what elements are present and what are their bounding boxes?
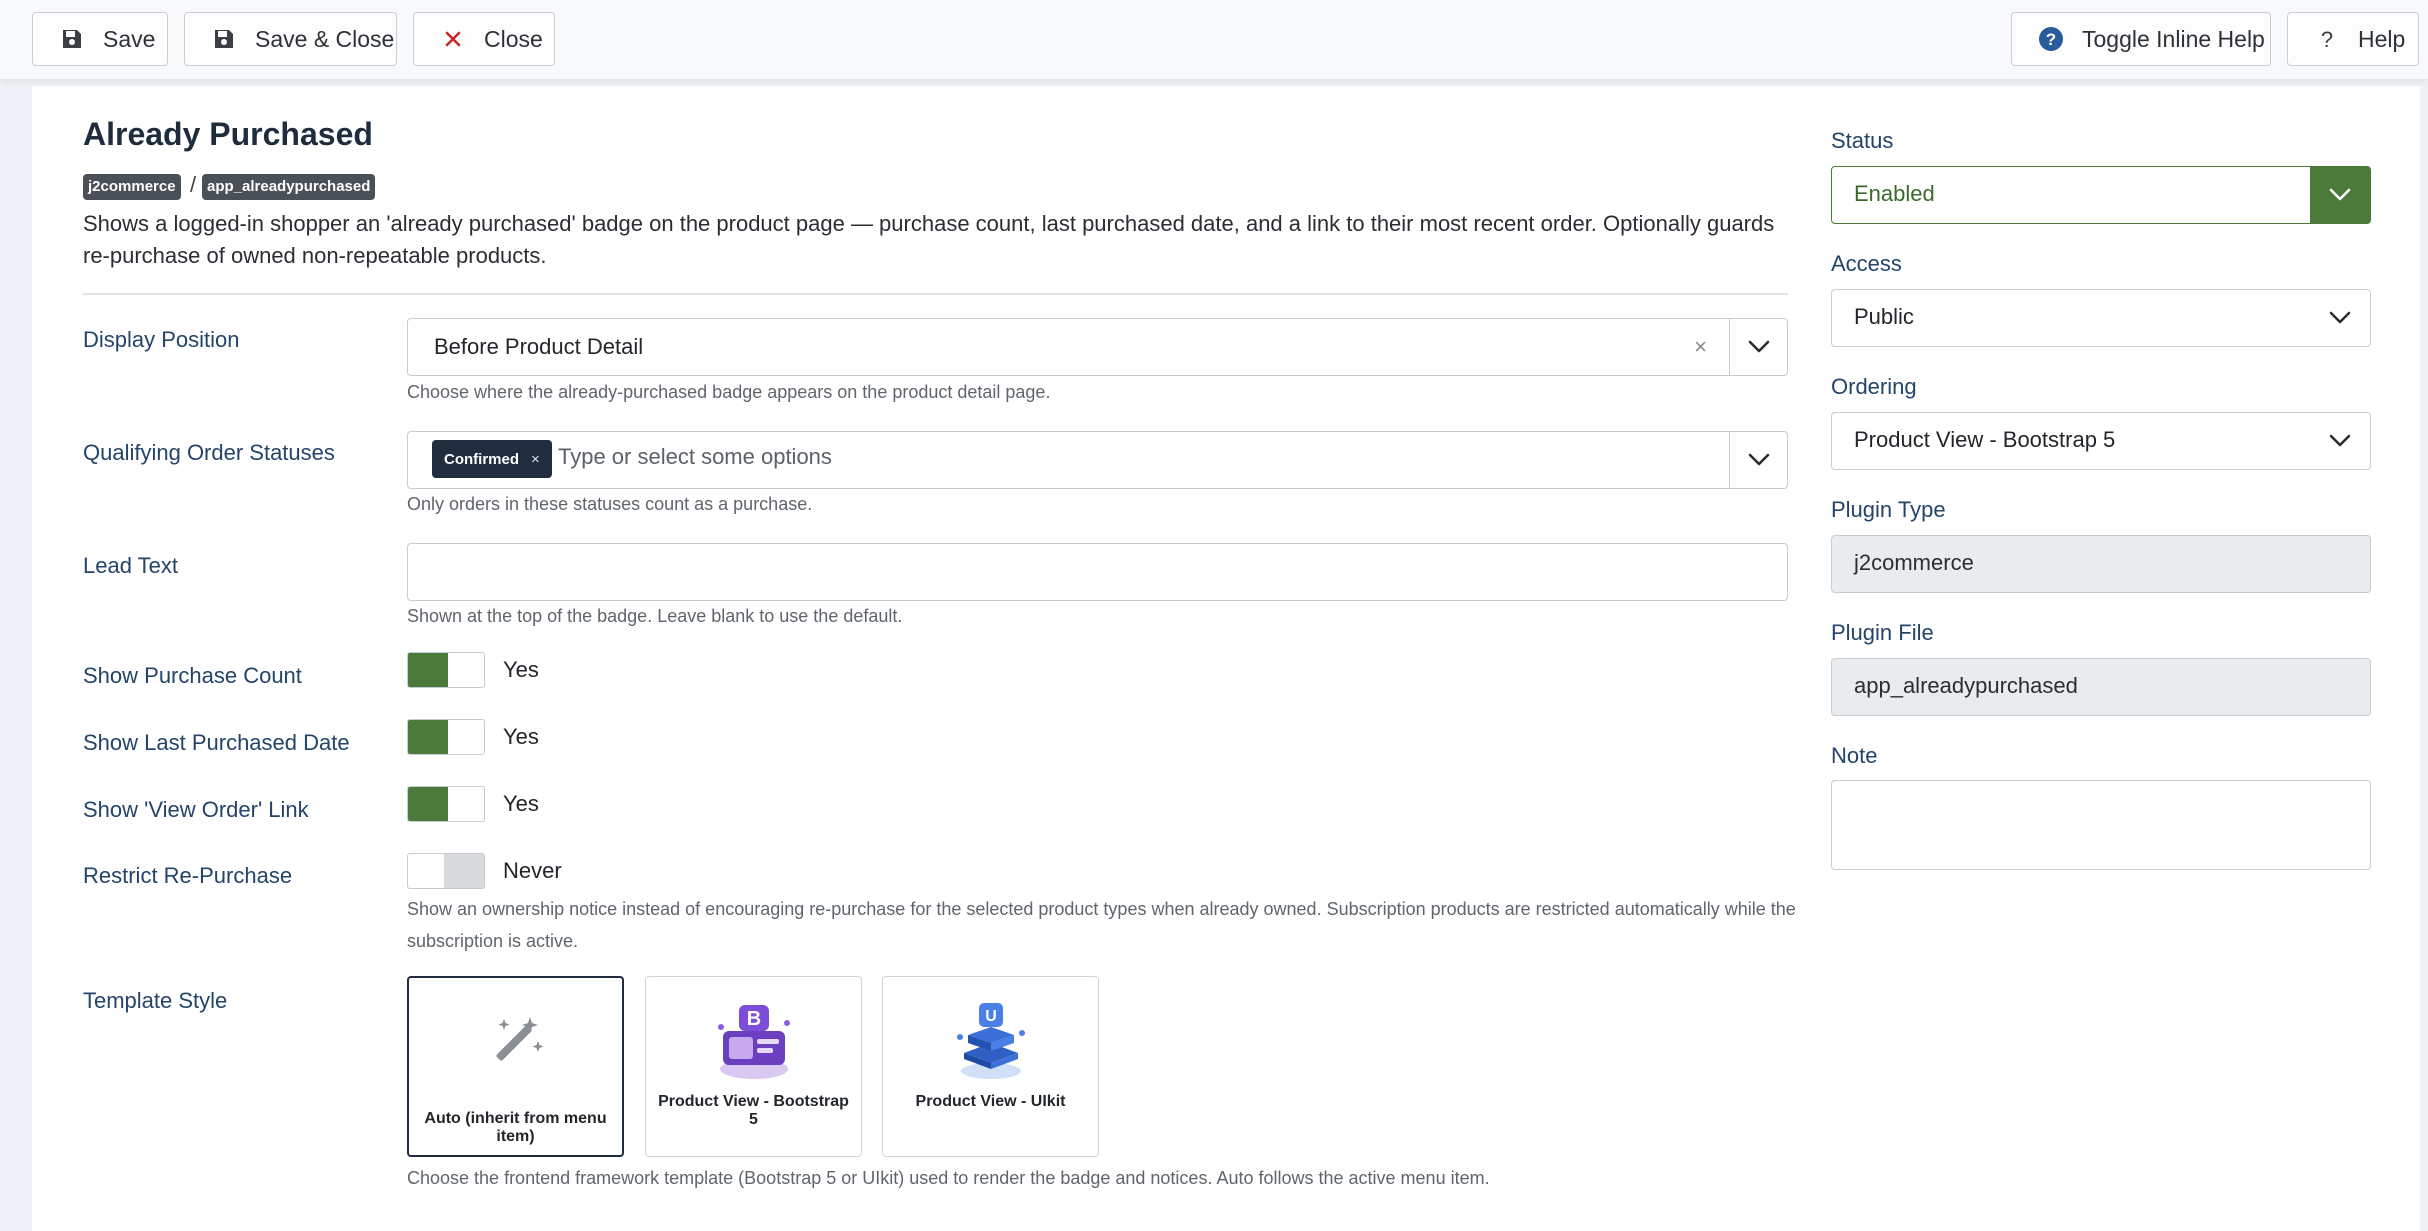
plugin-file-field: app_alreadypurchased — [1831, 658, 2371, 716]
template-style-label: Template Style — [83, 988, 228, 1013]
close-button[interactable]: Close — [413, 12, 555, 66]
save-button[interactable]: Save — [32, 12, 168, 66]
template-style-help: Choose the frontend framework template (… — [407, 1168, 1490, 1188]
access-label: Access — [1831, 251, 1902, 276]
plugin-file-label: Plugin File — [1831, 620, 1934, 645]
badge-separator: / — [190, 172, 197, 197]
chevron-down-icon[interactable] — [1729, 319, 1787, 375]
display-position-label: Display Position — [83, 327, 240, 352]
template-option-auto[interactable]: Auto (inherit from menu item) — [407, 976, 624, 1157]
content-panel: Already Purchased j2commerce / app_alrea… — [32, 86, 2420, 1231]
toggle-off-indicator — [444, 854, 484, 888]
restrict-repurchase-label: Restrict Re-Purchase — [83, 863, 293, 888]
display-position-select[interactable]: Before Product Detail × — [407, 318, 1788, 376]
show-view-order-label: Show 'View Order' Link — [83, 797, 309, 822]
plugin-type-label: Plugin Type — [1831, 497, 1946, 522]
ordering-select[interactable]: Product View - Bootstrap 5 — [1831, 412, 2371, 470]
restrict-repurchase-toggle[interactable] — [407, 853, 485, 889]
clear-selection-button[interactable]: × — [1694, 334, 1707, 360]
show-last-purchased-state: Yes — [503, 724, 539, 749]
show-purchase-count-state: Yes — [503, 657, 539, 682]
template-option-uikit[interactable]: U Product View - UIkit — [882, 976, 1099, 1157]
chevron-down-icon[interactable] — [1729, 432, 1787, 488]
chevron-down-icon[interactable] — [2310, 167, 2370, 223]
close-label: Close — [484, 25, 543, 52]
group-badge: j2commerce — [83, 174, 181, 200]
display-position-help: Choose where the already-purchased badge… — [407, 382, 1051, 402]
plugin-type-field: j2commerce — [1831, 535, 2371, 593]
save-label: Save — [103, 25, 156, 52]
svg-text:U: U — [985, 1008, 997, 1025]
help-button[interactable]: ? Help — [2287, 12, 2419, 66]
access-select[interactable]: Public — [1831, 289, 2371, 347]
svg-text:B: B — [746, 1008, 760, 1030]
template-option-bootstrap5[interactable]: B Product View - Bootstrap 5 — [645, 976, 862, 1157]
show-last-purchased-toggle[interactable] — [407, 719, 485, 755]
show-purchase-count-toggle[interactable] — [407, 652, 485, 688]
status-chip-label: Confirmed — [444, 450, 519, 468]
chip-remove-button[interactable]: × — [531, 451, 540, 468]
toggle-on-indicator — [408, 720, 448, 754]
element-badge: app_alreadypurchased — [202, 174, 376, 200]
template-option-label: Product View - UIkit — [915, 1093, 1066, 1110]
toggle-inline-help-label: Toggle Inline Help — [2082, 25, 2265, 52]
page-title: Already Purchased — [83, 116, 373, 152]
save-close-button[interactable]: Save & Close — [184, 12, 397, 66]
magic-wand-icon — [409, 988, 622, 1098]
plugin-type-value: j2commerce — [1854, 550, 1974, 575]
toggle-on-indicator — [408, 787, 448, 821]
toolbar: Save Save & Close Close ? Toggle Inline … — [0, 0, 2428, 80]
help-label: Help — [2358, 25, 2406, 52]
status-label: Status — [1831, 128, 1894, 153]
note-label: Note — [1831, 743, 1878, 768]
restrict-repurchase-state: Never — [503, 858, 562, 883]
question-mark-icon: ? — [2312, 24, 2342, 54]
qualifying-statuses-label: Qualifying Order Statuses — [83, 440, 335, 465]
plugin-description: Shows a logged-in shopper an 'already pu… — [83, 211, 1775, 268]
ordering-value: Product View - Bootstrap 5 — [1854, 427, 2116, 452]
save-close-label: Save & Close — [255, 25, 395, 52]
template-option-label: Product View - Bootstrap 5 — [658, 1093, 849, 1128]
qualifying-statuses-multiselect[interactable]: Confirmed × Type or select some options — [407, 431, 1788, 489]
show-view-order-toggle[interactable] — [407, 786, 485, 822]
lead-text-label: Lead Text — [83, 553, 179, 578]
access-value: Public — [1854, 304, 1914, 329]
floppy-disk-icon — [209, 24, 239, 54]
floppy-disk-icon — [57, 24, 87, 54]
question-circle-icon: ? — [2036, 24, 2066, 54]
multiselect-placeholder[interactable]: Type or select some options — [558, 444, 832, 470]
ordering-label: Ordering — [1831, 374, 1917, 399]
toggle-on-indicator — [408, 653, 448, 687]
status-value: Enabled — [1854, 181, 1935, 206]
status-select[interactable]: Enabled — [1831, 166, 2371, 224]
status-chip: Confirmed × — [432, 440, 552, 478]
display-position-value: Before Product Detail — [434, 334, 644, 359]
close-icon — [438, 24, 468, 54]
chevron-down-icon[interactable] — [2310, 413, 2370, 469]
note-textarea[interactable] — [1831, 780, 2371, 870]
uikit-icon: U — [883, 987, 1098, 1097]
qualifying-statuses-help: Only orders in these statuses count as a… — [407, 494, 813, 514]
plugin-file-value: app_alreadypurchased — [1854, 673, 2078, 698]
svg-text:?: ? — [2321, 27, 2333, 51]
toggle-inline-help-button[interactable]: ? Toggle Inline Help — [2011, 12, 2271, 66]
show-last-purchased-label: Show Last Purchased Date — [83, 730, 350, 755]
lead-text-input[interactable] — [407, 543, 1788, 601]
template-option-label: Auto (inherit from menu item) — [424, 1110, 607, 1145]
bootstrap-icon: B — [646, 987, 861, 1097]
divider — [83, 293, 1788, 295]
show-purchase-count-label: Show Purchase Count — [83, 663, 302, 688]
chevron-down-icon[interactable] — [2310, 290, 2370, 346]
svg-text:?: ? — [2046, 30, 2056, 49]
lead-text-help: Shown at the top of the badge. Leave bla… — [407, 606, 903, 626]
show-view-order-state: Yes — [503, 791, 539, 816]
restrict-repurchase-help: Show an ownership notice instead of enco… — [407, 899, 1796, 951]
